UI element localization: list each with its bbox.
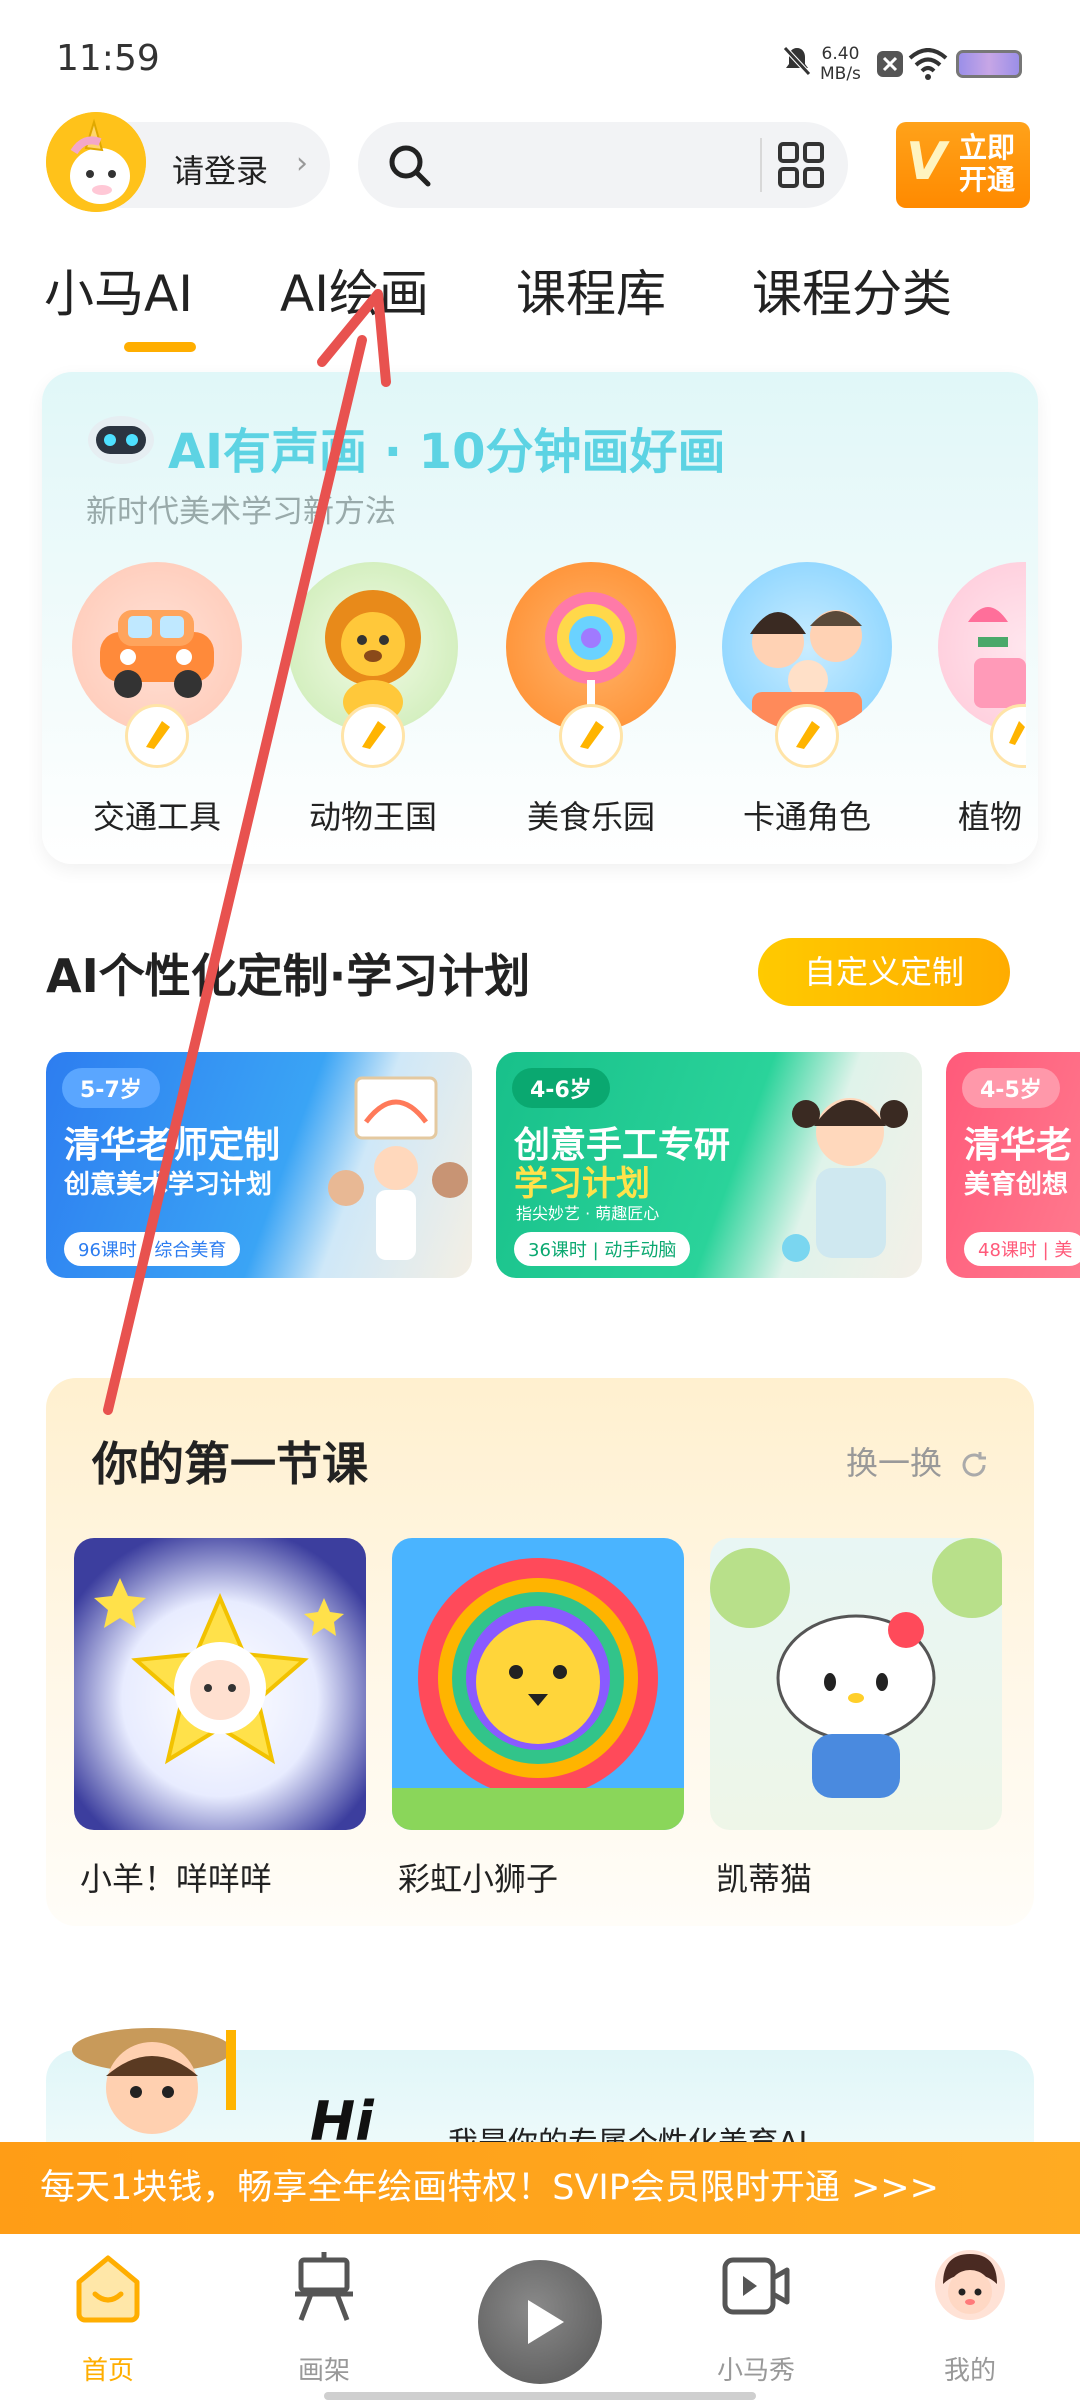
home-icon	[71, 2250, 145, 2324]
refresh-button[interactable]: 换一换	[846, 1438, 990, 1484]
plan-card-subtitle: 美育创想	[964, 1170, 1069, 1200]
refresh-icon	[958, 1449, 990, 1481]
category-label: 交通工具	[92, 798, 221, 836]
plan-card-note: 指尖妙艺 · 萌趣匠心	[516, 1204, 660, 1223]
tab-course-category[interactable]: 课程分类	[752, 254, 952, 326]
plan-card-subtitle: 创意美术学习计划	[64, 1170, 273, 1200]
plan-card[interactable]: 5-7岁 清华老师定制 创意美术学习计划 96课时 | 综合美育	[46, 1052, 472, 1278]
vip-open-button[interactable]: V 立即开通	[896, 122, 1030, 208]
brush-badge-icon	[125, 704, 189, 768]
refresh-label: 换一换	[846, 1444, 943, 1482]
wifi-icon	[908, 48, 948, 80]
nav-home[interactable]	[38, 2250, 178, 2324]
lesson-label: 凯蒂猫	[716, 1860, 813, 1898]
lesson-label: 小羊！咩咩咩	[80, 1860, 273, 1898]
net-speed: 6.40 MB/s	[820, 44, 861, 84]
mute-icon	[780, 44, 814, 78]
plan-card-title: 清华老师定制	[64, 1125, 281, 1166]
plan-card-subtitle: 学习计划	[514, 1164, 650, 1204]
easel-icon	[287, 2250, 361, 2324]
custom-plan-button[interactable]: 自定义定制	[758, 938, 1010, 1006]
nav-xiaoma-show-label: 小马秀	[716, 2356, 795, 2386]
plan-card-tag: 36课时 | 动手动脑	[514, 1232, 691, 1266]
vip-badge: V	[906, 132, 947, 192]
chevron-right-icon: ›	[296, 146, 308, 181]
nav-home-label: 首页	[81, 2356, 134, 2386]
nav-xiaoma-show[interactable]	[686, 2250, 826, 2324]
plan-card[interactable]: 4-5岁 清华老 美育创想 48课时 | 美	[946, 1052, 1080, 1278]
notification-x-icon	[876, 50, 904, 78]
boy-mascot-image	[66, 2010, 266, 2150]
nav-me[interactable]	[900, 2250, 1040, 2320]
gesture-home-bar[interactable]	[324, 2392, 756, 2400]
lesson-thumbnail-hello-kitty[interactable]	[710, 1538, 1002, 1830]
profile-avatar-icon	[935, 2250, 1005, 2320]
plan-card-title: 清华老	[964, 1125, 1073, 1166]
tab-ai-drawing[interactable]: AI绘画	[280, 254, 429, 326]
category-label: 美食乐园	[526, 798, 655, 836]
brush-badge-icon	[775, 704, 839, 768]
nav-easel[interactable]	[254, 2250, 394, 2324]
search-input[interactable]	[358, 122, 848, 208]
robot-icon	[86, 410, 156, 466]
ai-card-subtitle: 新时代美术学习新方法	[86, 494, 396, 530]
svip-promo-banner[interactable]: 每天1块钱，畅享全年绘画特权！SVIP会员限时开通 >>>	[0, 2142, 1080, 2234]
plan-card-tag: 96课时 | 综合美育	[64, 1232, 241, 1266]
plan-age-badge: 4-5岁	[962, 1068, 1060, 1108]
brush-badge-icon	[341, 704, 405, 768]
ai-card-title: AI有声画 · 10分钟画好画	[168, 424, 726, 480]
category-label: 植物	[958, 798, 1023, 836]
unicorn-avatar[interactable]	[46, 112, 146, 212]
nav-easel-label: 画架	[297, 2356, 350, 2386]
nav-me-label: 我的	[943, 2356, 996, 2386]
login-label: 请登录	[172, 152, 269, 190]
brush-badge-icon	[559, 704, 623, 768]
brush-badge-icon	[990, 704, 1026, 768]
lesson-thumbnail-lion[interactable]	[392, 1538, 684, 1830]
lesson-thumbnail-sheep[interactable]	[74, 1538, 366, 1830]
category-label: 动物王国	[308, 798, 437, 836]
tab-course-library[interactable]: 课程库	[516, 254, 666, 326]
status-bar: 11:59 6.40 MB/s	[0, 0, 1080, 110]
active-tab-indicator	[124, 342, 196, 352]
plan-age-badge: 4-6岁	[512, 1068, 610, 1108]
plan-age-badge: 5-7岁	[62, 1068, 160, 1108]
battery-icon	[956, 50, 1022, 78]
status-time: 11:59	[56, 38, 160, 79]
play-icon	[528, 2300, 564, 2344]
search-icon	[386, 142, 434, 190]
video-icon	[719, 2250, 793, 2324]
divider	[760, 138, 762, 192]
tab-xiaoma-ai[interactable]: 小马AI	[44, 254, 193, 326]
category-label: 卡通角色	[742, 798, 871, 836]
lesson-label: 彩虹小狮子	[398, 1860, 559, 1898]
plan-card[interactable]: 4-6岁 创意手工专研 学习计划 指尖妙艺 · 萌趣匠心 36课时 | 动手动脑	[496, 1052, 922, 1278]
vip-label: 立即开通	[958, 131, 1015, 196]
plan-section-title: AI个性化定制·学习计划	[46, 949, 531, 1003]
net-speed-value: 6.40	[821, 44, 860, 64]
net-speed-unit: MB/s	[820, 64, 861, 84]
play-button[interactable]	[478, 2260, 602, 2384]
first-lesson-title: 你的第一节课	[92, 1437, 368, 1491]
plan-card-tag: 48课时 | 美	[964, 1232, 1080, 1266]
grid-icon[interactable]	[776, 140, 826, 190]
